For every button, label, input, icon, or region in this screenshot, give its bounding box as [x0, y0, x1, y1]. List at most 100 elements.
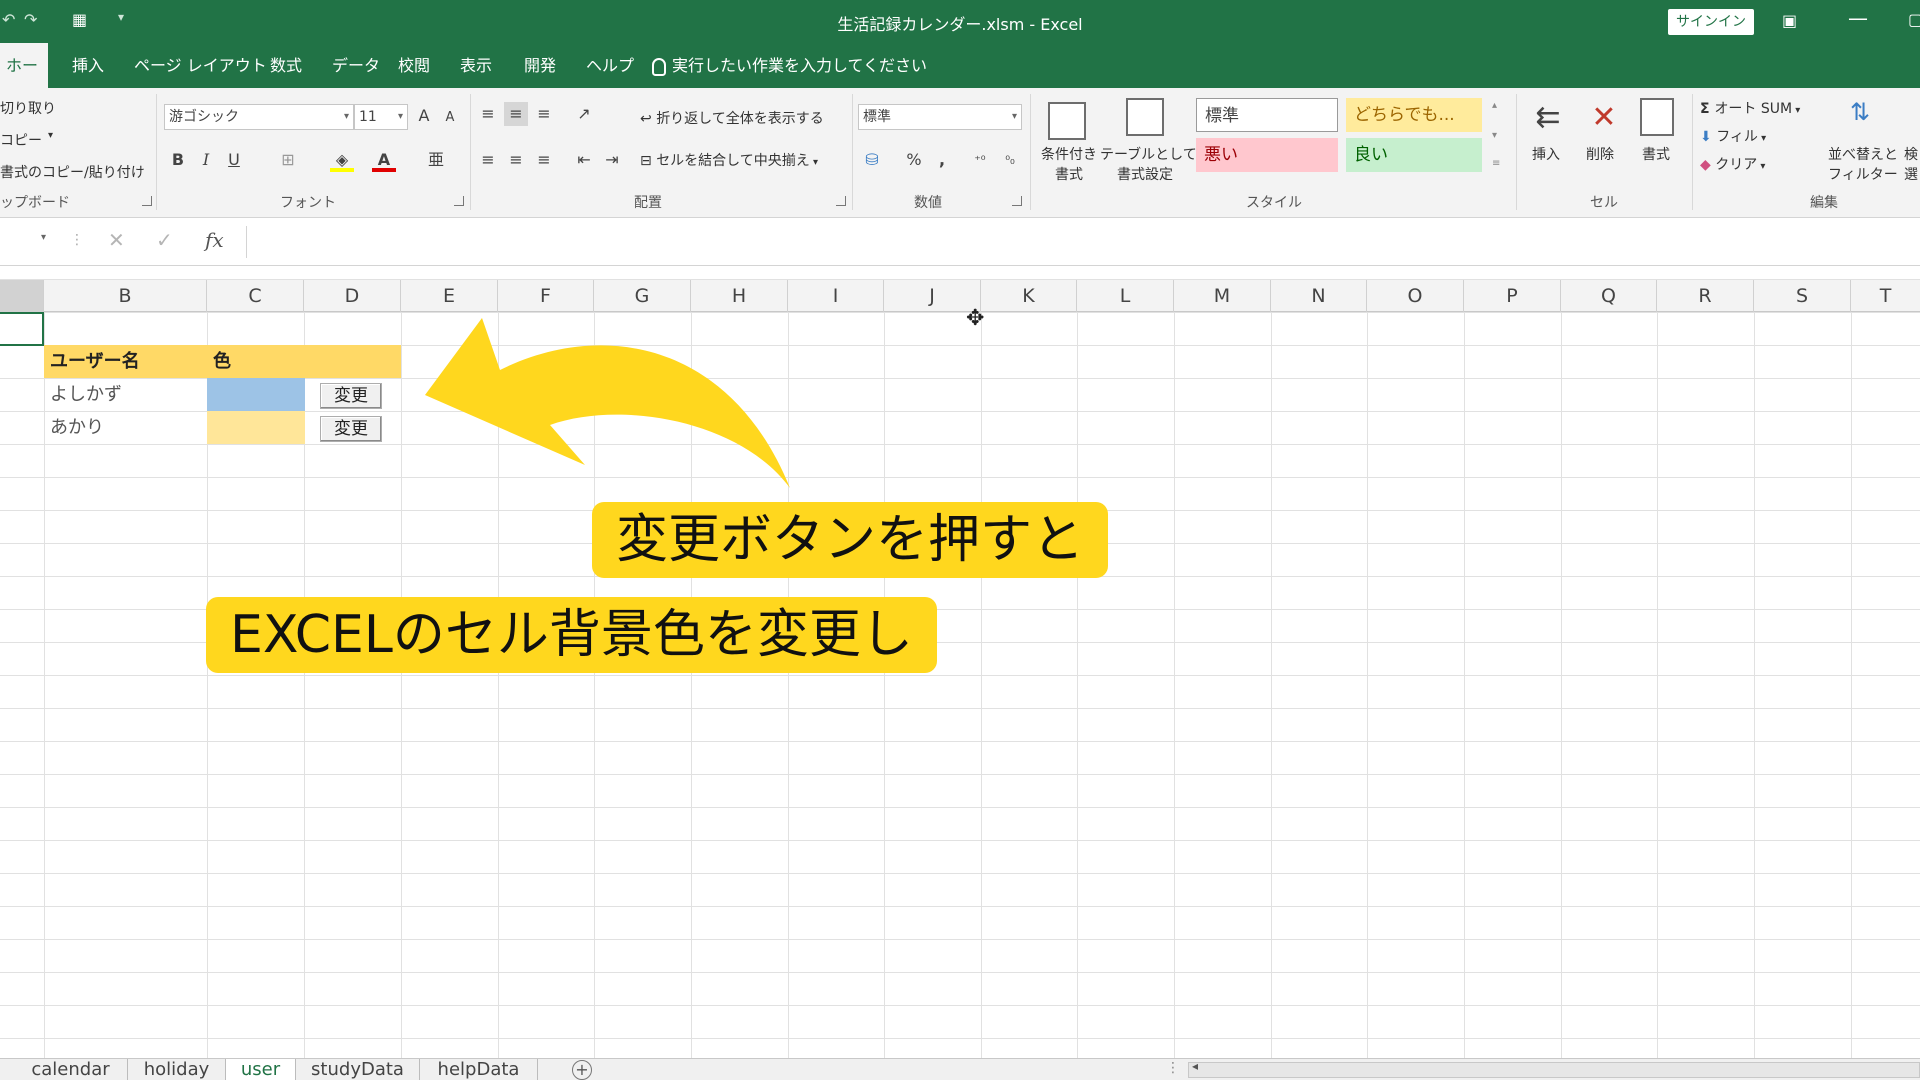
format-as-table-label[interactable]: テーブルとして [1100, 144, 1197, 164]
column-header[interactable]: I [788, 280, 884, 312]
tell-me-search[interactable]: 実行したい作業を入力してください [652, 43, 927, 88]
align-top-icon[interactable]: ≡ [476, 102, 500, 126]
tab-page-layout[interactable]: ページ レイアウト [128, 43, 273, 88]
format-cells-label[interactable]: 書式 [1642, 144, 1670, 164]
decrease-indent-icon[interactable]: ⇤ [572, 148, 596, 172]
column-header[interactable]: Q [1561, 280, 1657, 312]
tab-data[interactable]: データ [326, 43, 386, 88]
change-color-button[interactable]: 変更 [320, 416, 382, 442]
copy-button[interactable]: コピー [0, 130, 42, 150]
scroll-left-icon[interactable]: ◂ [1192, 1059, 1198, 1073]
decrease-decimal-icon[interactable]: ⁰₀ [998, 148, 1022, 172]
align-bottom-icon[interactable]: ≡ [532, 102, 556, 126]
shrink-font-button[interactable]: A [438, 106, 462, 130]
color-swatch-cell[interactable] [207, 378, 305, 411]
column-header[interactable]: C [207, 280, 304, 312]
tab-help[interactable]: ヘルプ [580, 43, 640, 88]
wrap-text-button[interactable]: ↩ 折り返して全体を表示する [640, 108, 824, 128]
column-header[interactable]: F [498, 280, 594, 312]
font-color-icon[interactable]: A [372, 148, 396, 172]
tab-formulas[interactable]: 数式 [264, 43, 308, 88]
tab-view[interactable]: 表示 [454, 43, 498, 88]
tab-split-handle-icon[interactable]: ⋮ [1166, 1060, 1180, 1076]
sort-label[interactable]: 並べ替えと [1828, 144, 1898, 164]
delete-cells-label[interactable]: 削除 [1586, 144, 1614, 164]
ribbon-display-options-icon[interactable]: ▣ [1782, 11, 1797, 30]
column-header[interactable]: M [1174, 280, 1271, 312]
autosum-button[interactable]: Σ オート SUM ▾ [1700, 98, 1800, 118]
column-header[interactable]: D [304, 280, 401, 312]
add-sheet-icon[interactable]: + [572, 1060, 592, 1080]
name-box[interactable]: ▾ [0, 226, 50, 256]
filter-label[interactable]: フィルター [1828, 164, 1898, 184]
sheet-tab-user[interactable]: user [226, 1059, 296, 1080]
increase-decimal-icon[interactable]: ⁺⁰ [968, 148, 992, 172]
tab-developer[interactable]: 開発 [518, 43, 562, 88]
insert-cells-icon[interactable]: ⇇ [1530, 100, 1566, 136]
conditional-format-icon[interactable] [1048, 102, 1086, 140]
format-as-table-icon[interactable] [1126, 98, 1164, 136]
conditional-format-label2[interactable]: 書式 [1036, 164, 1102, 184]
format-cells-icon[interactable] [1640, 98, 1674, 136]
bold-button[interactable]: B [166, 148, 190, 172]
restore-icon[interactable]: ▢ [1908, 10, 1920, 29]
format-as-table-label2[interactable]: 書式設定 [1100, 164, 1190, 184]
number-launcher-icon[interactable] [1012, 196, 1022, 206]
border-icon[interactable]: ⊞ [276, 148, 300, 172]
enter-icon[interactable]: ✓ [156, 228, 173, 252]
increase-indent-icon[interactable]: ⇥ [600, 148, 624, 172]
select-label[interactable]: 選 [1904, 164, 1918, 184]
number-format-select[interactable]: 標準 ▾ [858, 104, 1022, 130]
column-header[interactable]: R [1657, 280, 1754, 312]
grow-font-button[interactable]: A [412, 104, 436, 128]
currency-icon[interactable]: ⛁ [860, 148, 884, 172]
column-header[interactable]: P [1464, 280, 1561, 312]
styles-scroll-up-icon[interactable]: ▴ [1492, 100, 1497, 111]
cut-button[interactable]: 切り取り [0, 98, 56, 118]
column-header[interactable]: N [1271, 280, 1367, 312]
header-cell-color[interactable]: 色 [207, 345, 401, 378]
change-color-button[interactable]: 変更 [320, 383, 382, 409]
align-left-icon[interactable]: ≡ [476, 148, 500, 172]
column-header[interactable]: B [44, 280, 207, 312]
style-bad[interactable]: 悪い [1196, 138, 1338, 172]
delete-cells-icon[interactable]: ✕ [1586, 100, 1622, 136]
style-neutral[interactable]: どちらでも... [1346, 98, 1482, 132]
user-name-cell[interactable]: あかり [44, 411, 207, 444]
comma-button[interactable]: , [930, 148, 954, 172]
copy-dropdown-icon[interactable]: ▾ [48, 130, 53, 141]
column-header-a[interactable] [0, 280, 44, 312]
sheet-tab-helpdata[interactable]: helpData [420, 1059, 538, 1080]
sheet-tab-holiday[interactable]: holiday [128, 1059, 226, 1080]
column-header[interactable]: E [401, 280, 498, 312]
column-header[interactable]: K [981, 280, 1077, 312]
fill-button[interactable]: ⬇ フィル ▾ [1700, 126, 1766, 146]
italic-button[interactable]: I [194, 148, 218, 172]
column-header[interactable]: T [1851, 280, 1920, 312]
align-middle-icon[interactable]: ≡ [504, 102, 528, 126]
phonetic-icon[interactable]: 亜 [424, 148, 448, 172]
styles-scroll-down-icon[interactable]: ▾ [1492, 130, 1497, 141]
horizontal-scrollbar[interactable] [1188, 1062, 1920, 1078]
sheet-tab-calendar[interactable]: calendar [14, 1059, 128, 1080]
cancel-icon[interactable]: ✕ [108, 228, 125, 252]
active-cell[interactable] [0, 312, 44, 346]
formula-input[interactable] [246, 226, 1920, 258]
clear-button[interactable]: ◆ クリア ▾ [1700, 154, 1765, 174]
minimize-icon[interactable]: — [1848, 6, 1868, 30]
insert-cells-label[interactable]: 挿入 [1532, 144, 1560, 164]
format-painter-button[interactable]: 書式のコピー/貼り付け [0, 162, 145, 182]
merge-center-button[interactable]: ⊟ セルを結合して中央揃え ▾ [640, 150, 818, 170]
column-header[interactable]: G [594, 280, 691, 312]
style-good[interactable]: 良い [1346, 138, 1482, 172]
signin-button[interactable]: サインイン [1668, 9, 1754, 35]
find-label[interactable]: 検 [1904, 144, 1918, 164]
insert-function-icon[interactable]: fx [205, 228, 224, 252]
conditional-format-label[interactable]: 条件付き [1036, 144, 1102, 164]
font-name-select[interactable]: 游ゴシック ▾ [164, 104, 354, 130]
orientation-icon[interactable]: ↗ [572, 102, 596, 126]
align-right-icon[interactable]: ≡ [532, 148, 556, 172]
tab-review[interactable]: 校閲 [392, 43, 436, 88]
percent-button[interactable]: % [902, 148, 926, 172]
column-header[interactable]: H [691, 280, 788, 312]
